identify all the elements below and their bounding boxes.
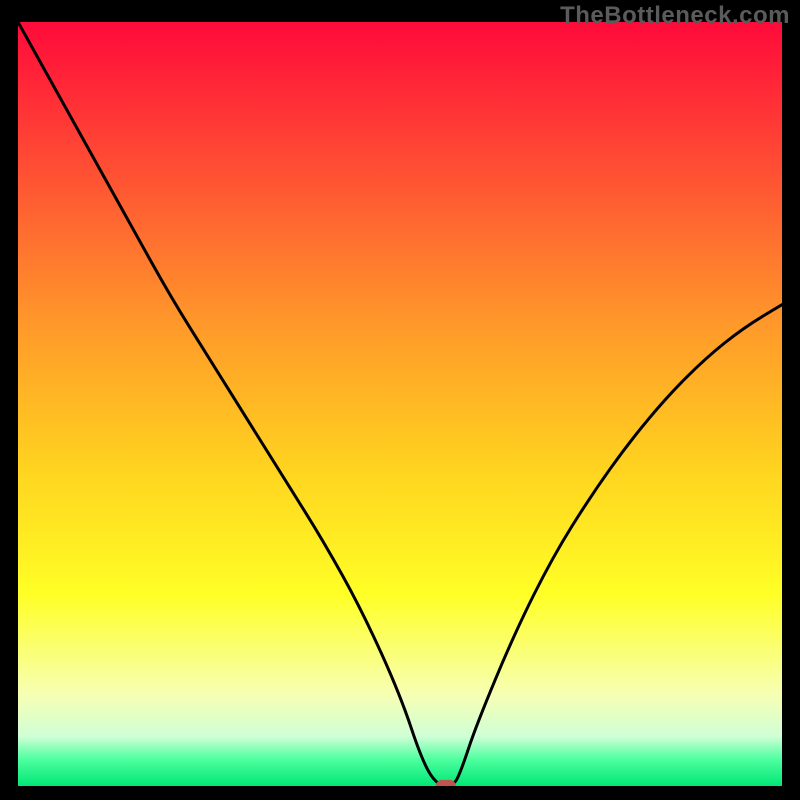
chart-svg xyxy=(18,22,782,786)
chart-frame: TheBottleneck.com xyxy=(0,0,800,800)
watermark-text: TheBottleneck.com xyxy=(560,2,790,30)
chart-plot-area xyxy=(18,22,782,786)
optimum-marker xyxy=(436,780,456,786)
gradient-background xyxy=(18,22,782,786)
